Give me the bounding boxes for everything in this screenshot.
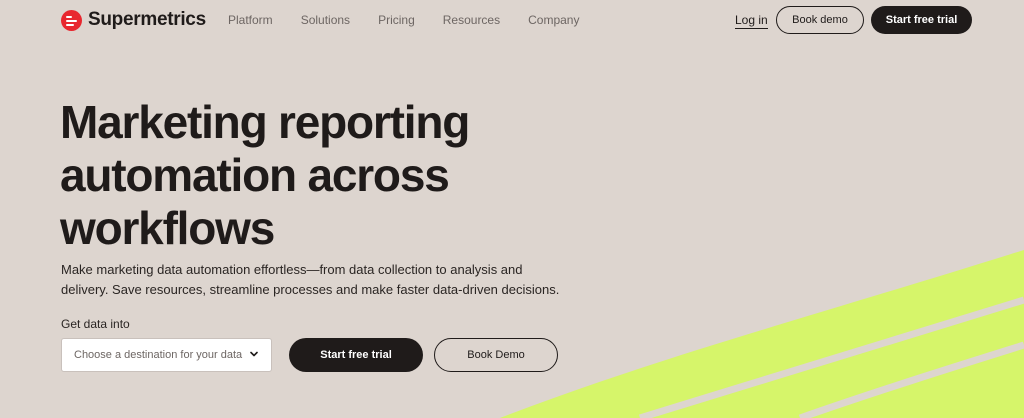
chevron-down-icon [250,351,258,357]
brand-logo[interactable]: Supermetrics [61,9,206,31]
start-free-trial-button[interactable]: Start free trial [871,6,972,34]
book-demo-button[interactable]: Book demo [776,6,864,34]
nav-item-platform[interactable]: Platform [228,13,273,27]
hero-start-free-trial-button[interactable]: Start free trial [289,338,423,372]
get-data-label: Get data into [61,317,130,331]
landing-page: Supermetrics Platform Solutions Pricing … [0,0,1024,418]
login-link[interactable]: Log in [735,13,768,29]
nav-item-solutions[interactable]: Solutions [301,13,350,27]
nav-item-resources[interactable]: Resources [443,13,500,27]
hero-book-demo-button[interactable]: Book Demo [434,338,558,372]
main-nav: Platform Solutions Pricing Resources Com… [228,13,607,27]
destination-select-placeholder: Choose a destination for your data [74,349,243,361]
nav-item-pricing[interactable]: Pricing [378,13,415,27]
destination-select[interactable]: Choose a destination for your data [61,338,272,372]
top-nav-bar: Supermetrics Platform Solutions Pricing … [0,0,1024,40]
hero-title: Marketing reporting automation across wo… [60,96,470,254]
hero-subtitle: Make marketing data automation effortles… [61,262,560,297]
supermetrics-logo-icon [61,9,82,31]
nav-item-company[interactable]: Company [528,13,579,27]
brand-name: Supermetrics [88,9,206,30]
